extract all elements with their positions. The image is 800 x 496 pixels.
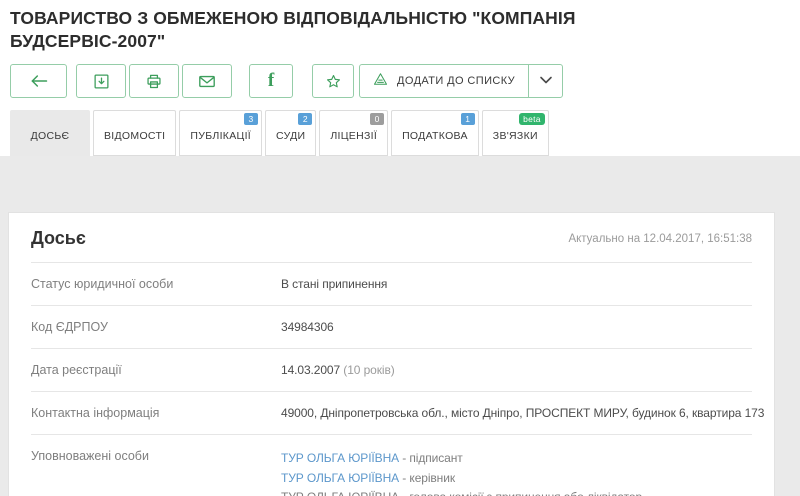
add-to-list-dropdown[interactable]: [528, 65, 562, 97]
page-title: ТОВАРИСТВО З ОБМЕЖЕНОЮ ВІДПОВІДАЛЬНІСТЮ …: [10, 7, 610, 53]
back-button[interactable]: [10, 64, 67, 98]
row-registration-date: Дата реєстрації 14.03.2007 (10 років): [31, 349, 752, 392]
download-icon: [93, 73, 110, 90]
tab-label: ВІДОМОСТІ: [104, 124, 165, 142]
dossier-header: Досьє Актуально на 12.04.2017, 16:51:38: [9, 213, 774, 262]
status-value: В стані припинення: [281, 277, 387, 291]
person-role: - голова комісії з припинення або ліквід…: [399, 490, 642, 496]
courts-count-badge: 2: [298, 113, 312, 125]
tab-licenses[interactable]: 0 ЛІЦЕНЗІЇ: [319, 110, 388, 156]
person-name-plain: ТУР ОЛЬГА ЮРІЇВНА: [281, 490, 399, 496]
chevron-down-icon: [539, 72, 553, 90]
tab-dossier[interactable]: ДОСЬЄ: [10, 110, 90, 156]
dossier-heading: Досьє: [31, 228, 86, 249]
row-label: Контактна інформація: [31, 406, 281, 420]
tab-bar: ДОСЬЄ ВІДОМОСТІ 3 ПУБЛІКАЦІЇ 2 СУДИ 0 ЛІ…: [0, 110, 800, 156]
edrpou-value: 34984306: [281, 320, 334, 334]
printer-icon: [145, 73, 163, 90]
age-note: (10 років): [340, 363, 395, 377]
striped-triangle-icon: [373, 72, 388, 91]
tab-label: ЗВ'ЯЗКИ: [493, 124, 538, 142]
authorized-persons-list: ТУР ОЛЬГА ЮРІЇВНА - підписант ТУР ОЛЬГА …: [281, 449, 642, 496]
tab-label: СУДИ: [276, 124, 305, 142]
dossier-card: Досьє Актуально на 12.04.2017, 16:51:38 …: [8, 212, 775, 496]
favorite-button[interactable]: [312, 64, 354, 98]
email-button[interactable]: [182, 64, 232, 98]
tab-courts[interactable]: 2 СУДИ: [265, 110, 316, 156]
address-value: 49000, Дніпропетровська обл., місто Дніп…: [281, 406, 764, 420]
toolbar: f ДОДАТИ ДО СПИСКУ: [10, 64, 790, 98]
person-name-link[interactable]: ТУР ОЛЬГА ЮРІЇВНА: [281, 471, 399, 485]
authorized-person: ТУР ОЛЬГА ЮРІЇВНА - керівник: [281, 469, 642, 489]
person-role: - підписант: [399, 451, 463, 465]
tab-label: ЛІЦЕНЗІЇ: [330, 124, 377, 142]
licenses-count-badge: 0: [370, 113, 384, 125]
actuality-timestamp: Актуально на 12.04.2017, 16:51:38: [568, 233, 752, 245]
authorized-person: ТУР ОЛЬГА ЮРІЇВНА - голова комісії з при…: [281, 488, 642, 496]
beta-badge: beta: [519, 113, 545, 125]
envelope-icon: [198, 74, 216, 89]
row-label: Код ЄДРПОУ: [31, 320, 281, 334]
tab-label: ДОСЬЄ: [31, 124, 70, 142]
tax-count-badge: 1: [461, 113, 475, 125]
facebook-share-button[interactable]: f: [249, 64, 293, 98]
publications-count-badge: 3: [244, 113, 258, 125]
add-to-list-group: ДОДАТИ ДО СПИСКУ: [359, 64, 563, 98]
registration-date-value: 14.03.2007 (10 років): [281, 363, 395, 377]
company-profile-page: ТОВАРИСТВО З ОБМЕЖЕНОЮ ВІДПОВІДАЛЬНІСТЮ …: [0, 0, 800, 496]
star-icon: [325, 73, 342, 90]
row-authorized-persons: Уповноважені особи ТУР ОЛЬГА ЮРІЇВНА - п…: [31, 435, 752, 496]
print-button[interactable]: [129, 64, 179, 98]
add-to-list-label: ДОДАТИ ДО СПИСКУ: [397, 75, 515, 87]
arrow-left-icon: [29, 73, 49, 89]
content-background: Досьє Актуально на 12.04.2017, 16:51:38 …: [0, 156, 800, 496]
person-role: - керівник: [399, 471, 455, 485]
download-button[interactable]: [76, 64, 126, 98]
authorized-person: ТУР ОЛЬГА ЮРІЇВНА - підписант: [281, 449, 642, 469]
tab-publications[interactable]: 3 ПУБЛІКАЦІЇ: [179, 110, 262, 156]
tab-connections[interactable]: beta ЗВ'ЯЗКИ: [482, 110, 549, 156]
tab-details[interactable]: ВІДОМОСТІ: [93, 110, 176, 156]
facebook-icon: f: [268, 70, 274, 92]
row-label: Дата реєстрації: [31, 363, 281, 377]
row-label: Уповноважені особи: [31, 449, 281, 463]
tab-label: ПУБЛІКАЦІЇ: [190, 124, 251, 142]
row-legal-status: Статус юридичної особи В стані припиненн…: [31, 263, 752, 306]
row-label: Статус юридичної особи: [31, 277, 281, 291]
person-name-link[interactable]: ТУР ОЛЬГА ЮРІЇВНА: [281, 451, 399, 465]
row-edrpou-code: Код ЄДРПОУ 34984306: [31, 306, 752, 349]
row-contact-info: Контактна інформація 49000, Дніпропетров…: [31, 392, 752, 435]
date-value: 14.03.2007: [281, 363, 340, 377]
tab-tax[interactable]: 1 ПОДАТКОВА: [391, 110, 479, 156]
add-to-list-button[interactable]: ДОДАТИ ДО СПИСКУ: [360, 65, 528, 97]
tab-label: ПОДАТКОВА: [402, 124, 468, 142]
